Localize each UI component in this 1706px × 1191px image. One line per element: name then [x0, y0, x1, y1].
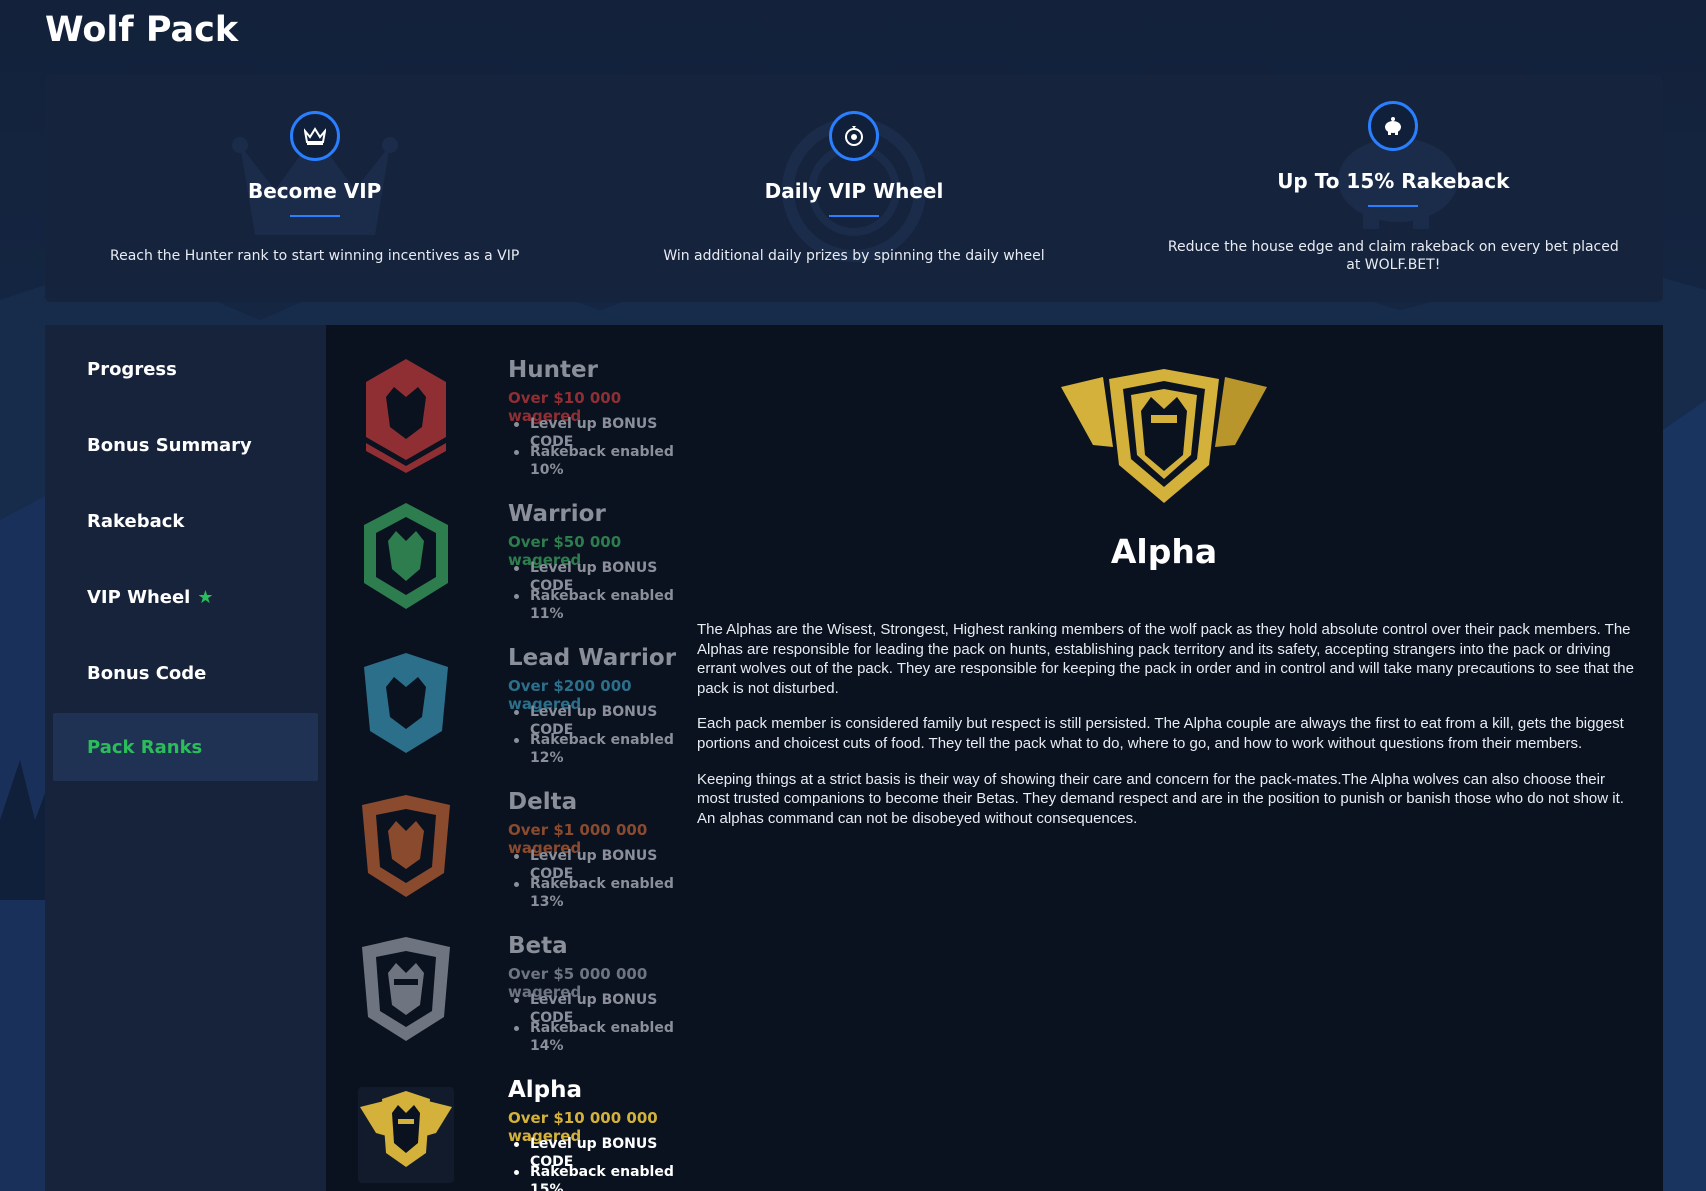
sidebar-item-label: VIP Wheel — [87, 586, 191, 608]
feature-title: Daily VIP Wheel — [764, 179, 944, 203]
detail-description: The Alphas are the Wisest, Strongest, Hi… — [697, 620, 1635, 844]
rank-perk: Rakeback enabled 14% — [508, 1019, 696, 1054]
feature-become-vip: Become VIP Reach the Hunter rank to star… — [45, 75, 584, 302]
feature-title: Become VIP — [247, 179, 382, 203]
rank-perk: Level up BONUS CODE — [508, 415, 696, 450]
sidebar-item-pack-ranks[interactable]: Pack Ranks — [53, 713, 318, 781]
alpha-emblem-icon — [1061, 369, 1267, 503]
sidebar-item-label: Bonus Summary — [87, 434, 252, 456]
sidebar: Progress Bonus Summary Rakeback VIP Whee… — [45, 325, 326, 1191]
wheel-icon — [828, 111, 879, 161]
rank-name: Hunter — [508, 357, 598, 383]
sidebar-item-vip-wheel[interactable]: VIP Wheel ★ — [53, 563, 318, 631]
piggy-bank-icon — [1368, 101, 1419, 151]
rank-perk: Rakeback enabled 10% — [508, 443, 696, 478]
rank-name: Alpha — [508, 1077, 583, 1103]
rank-perks: Level up BONUS CODE Rakeback enabled 10% — [508, 415, 696, 478]
detail-paragraph: Keeping things at a strict basis is thei… — [697, 770, 1624, 827]
rank-perk: Level up BONUS CODE — [508, 991, 696, 1026]
detail-title: Alpha — [1110, 532, 1218, 571]
sidebar-item-label: Progress — [87, 358, 177, 380]
pack-ranks-panel: Hunter Over $10 000 wagered Level up BON… — [326, 325, 1663, 1191]
rank-perks: Level up BONUS CODE Rakeback enabled 14% — [508, 991, 696, 1054]
feature-underline — [289, 215, 340, 217]
feature-underline — [828, 215, 879, 217]
feature-title: Up To 15% Rakeback — [1277, 169, 1510, 193]
rank-perk: Rakeback enabled 11% — [508, 587, 696, 622]
rank-perks: Level up BONUS CODE Rakeback enabled 12% — [508, 703, 696, 766]
feature-description: Reach the Hunter rank to start winning i… — [110, 248, 520, 264]
sidebar-item-label: Rakeback — [87, 510, 185, 532]
rank-delta[interactable]: Delta Over $1 000 000 wagered Level up B… — [356, 789, 696, 910]
feature-underline — [1368, 205, 1419, 207]
rank-perks: Level up BONUS CODE Rakeback enabled 15% — [508, 1135, 696, 1191]
rank-lead-warrior[interactable]: Lead Warrior Over $200 000 wagered Level… — [356, 645, 696, 766]
rank-perk: Level up BONUS CODE — [508, 703, 696, 738]
feature-daily-vip-wheel: Daily VIP Wheel Win additional daily pri… — [584, 75, 1123, 302]
delta-badge-icon — [362, 795, 450, 897]
rank-perk: Rakeback enabled 13% — [508, 875, 696, 910]
warrior-badge-icon — [364, 503, 448, 609]
sidebar-item-bonus-code[interactable]: Bonus Code — [53, 639, 318, 707]
feature-rakeback: Up To 15% Rakeback Reduce the house edge… — [1124, 75, 1663, 302]
sidebar-item-rakeback[interactable]: Rakeback — [53, 487, 318, 555]
sidebar-item-label: Bonus Code — [87, 662, 207, 684]
rank-warrior[interactable]: Warrior Over $50 000 wagered Level up BO… — [356, 501, 696, 622]
alpha-badge-icon — [358, 1087, 454, 1183]
rank-perk: Rakeback enabled 15% — [508, 1163, 696, 1191]
rank-perks: Level up BONUS CODE Rakeback enabled 11% — [508, 559, 696, 622]
detail-paragraph: Each pack member is considered family bu… — [697, 715, 1624, 752]
rank-beta[interactable]: Beta Over $5 000 000 wagered Level up BO… — [356, 933, 696, 1054]
rank-hunter[interactable]: Hunter Over $10 000 wagered Level up BON… — [356, 357, 696, 478]
feature-description: Reduce the house edge and claim rakeback… — [1167, 239, 1619, 273]
rank-name: Beta — [508, 933, 568, 959]
rank-alpha[interactable]: Alpha Over $10 000 000 wagered Level up … — [356, 1077, 696, 1191]
sidebar-item-progress[interactable]: Progress — [53, 335, 318, 403]
feature-description: Win additional daily prizes by spinning … — [663, 248, 1045, 264]
rank-name: Delta — [508, 789, 578, 815]
hunter-badge-icon — [366, 359, 446, 473]
page-title: Wolf Pack — [45, 10, 239, 50]
sidebar-item-label: Pack Ranks — [87, 736, 203, 758]
detail-paragraph: The Alphas are the Wisest, Strongest, Hi… — [697, 621, 1634, 697]
crown-icon — [289, 111, 340, 161]
rank-perk: Level up BONUS CODE — [508, 847, 696, 882]
star-icon: ★ — [197, 586, 214, 608]
rank-name: Lead Warrior — [508, 645, 677, 671]
sidebar-item-bonus-summary[interactable]: Bonus Summary — [53, 411, 318, 479]
lead-warrior-badge-icon — [364, 653, 448, 753]
features-panel: Become VIP Reach the Hunter rank to star… — [45, 75, 1663, 302]
rank-name: Warrior — [508, 501, 606, 527]
rank-perk: Rakeback enabled 12% — [508, 731, 696, 766]
rank-perk: Level up BONUS CODE — [508, 1135, 696, 1170]
beta-badge-icon — [362, 937, 450, 1041]
rank-perks: Level up BONUS CODE Rakeback enabled 13% — [508, 847, 696, 910]
rank-perk: Level up BONUS CODE — [508, 559, 696, 594]
